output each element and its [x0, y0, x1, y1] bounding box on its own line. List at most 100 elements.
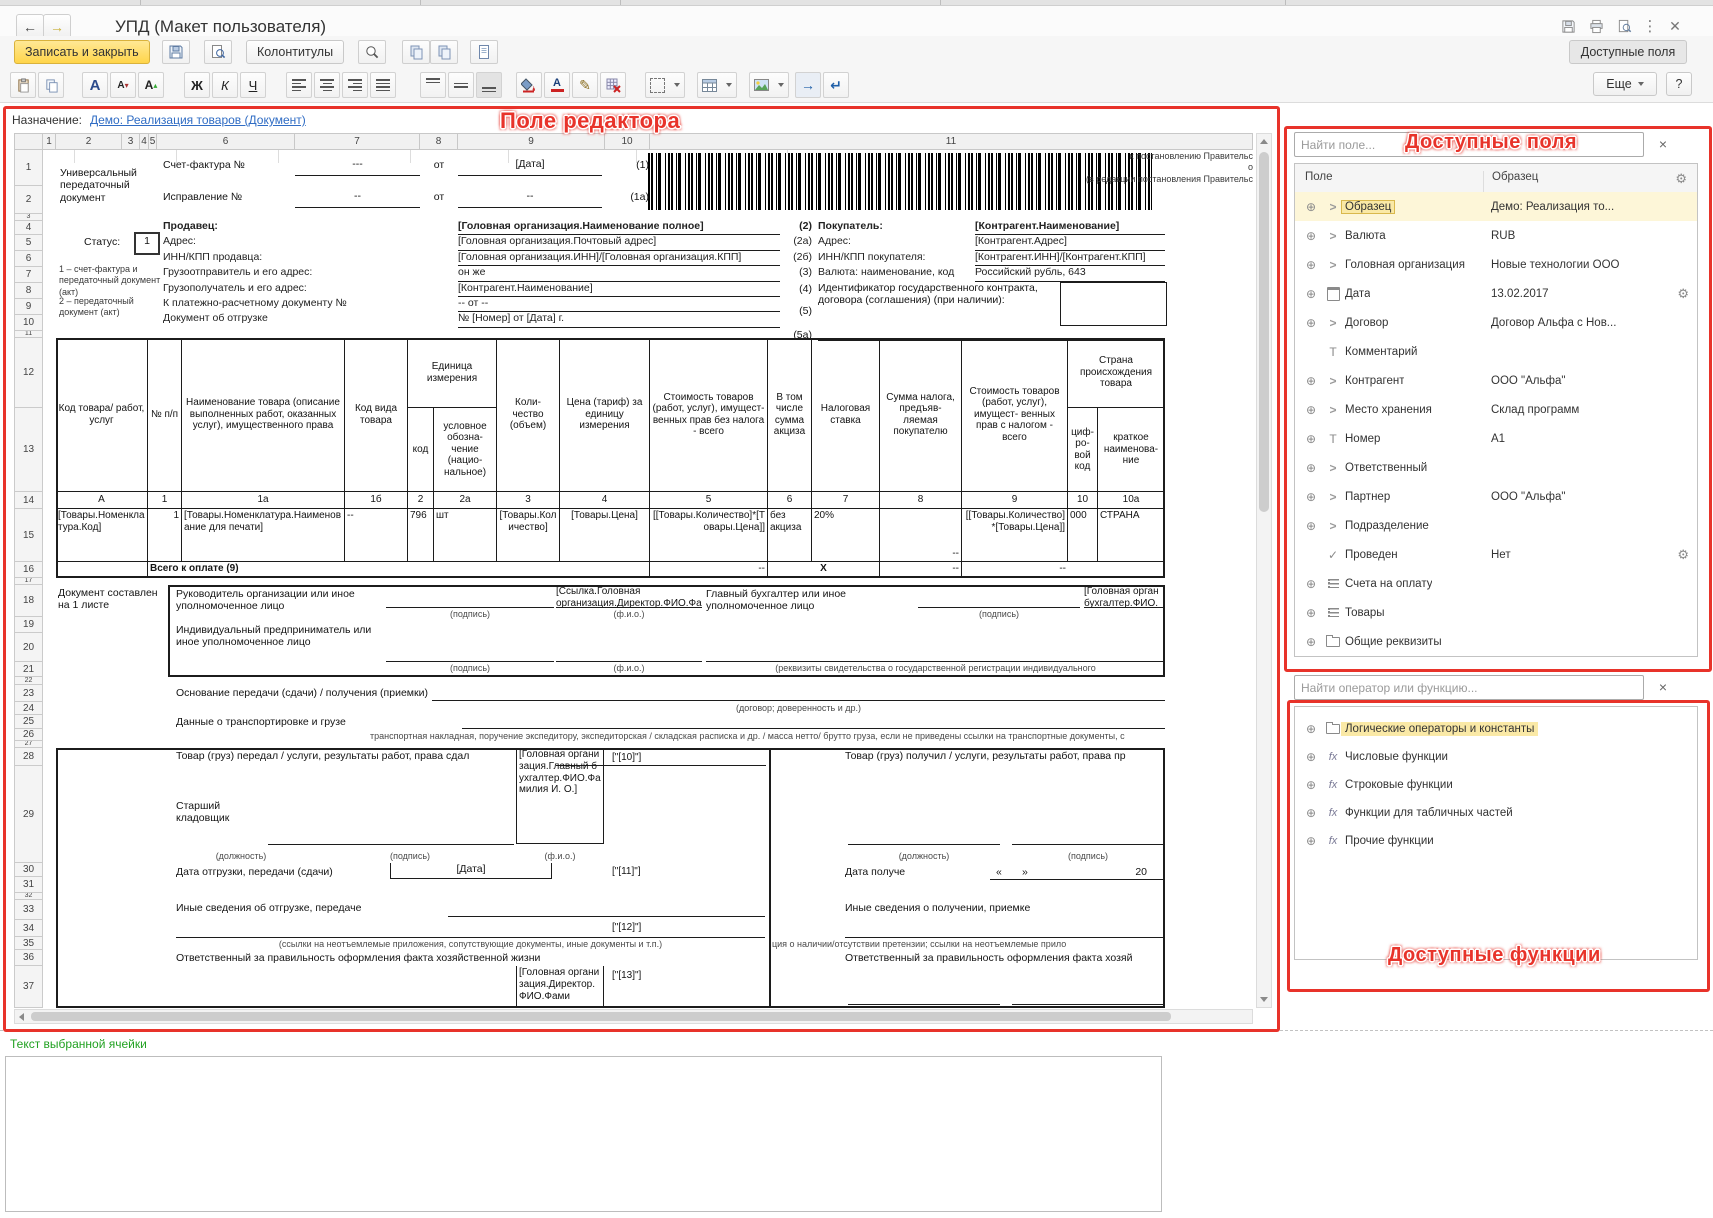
copy-icon[interactable]: [38, 72, 64, 98]
form-cell[interactable]: [Головная организация.Директор.ФИО.Фами: [516, 966, 604, 1007]
find-button[interactable]: [358, 40, 386, 64]
goods-colnum[interactable]: 9: [962, 492, 1068, 509]
form-cell[interactable]: от: [422, 191, 456, 205]
field-row[interactable]: ⊕ Счета на оплату ⚙: [1295, 569, 1697, 598]
goods-cell[interactable]: --: [962, 562, 1068, 578]
goods-header[interactable]: Цена (тариф) за единицу измерения: [560, 338, 650, 492]
goods-cell[interactable]: [Товары.Номенклатура.Код]: [56, 509, 148, 562]
field-settings-icon[interactable]: ⚙: [1677, 547, 1689, 563]
align-center-icon[interactable]: [314, 72, 340, 98]
column-header[interactable]: 3: [122, 133, 140, 150]
row-header[interactable]: 24: [14, 702, 43, 715]
row-header[interactable]: 18: [14, 585, 43, 617]
form-cell[interactable]: [Дата]: [458, 158, 602, 176]
row-header[interactable]: 15: [14, 509, 43, 562]
row-header[interactable]: 33: [14, 900, 43, 920]
row-header[interactable]: 8: [14, 283, 43, 299]
goods-header[interactable]: краткое наименова- ние: [1098, 408, 1165, 492]
expand-icon[interactable]: ⊕: [1301, 461, 1321, 475]
field-row[interactable]: ⊕ Партнер ООО "Альфа" ⚙: [1295, 482, 1697, 511]
form-cell[interactable]: [Головная организация.Наименование полно…: [458, 220, 780, 235]
save-button[interactable]: [162, 40, 190, 64]
expand-icon[interactable]: ⊕: [1301, 316, 1321, 330]
purpose-link[interactable]: Демо: Реализация товаров (Документ): [90, 113, 306, 127]
form-cell[interactable]: Дата отгрузки, передачи (сдачи): [176, 866, 388, 880]
font-smaller-button[interactable]: А▾: [110, 72, 136, 98]
fields-list-header[interactable]: Поле Образец ⚙: [1295, 164, 1697, 193]
goods-cell[interactable]: [Товары.Количество]: [497, 509, 560, 562]
column-header[interactable]: 6: [157, 133, 295, 150]
form-cell[interactable]: Покупатель:: [818, 220, 976, 235]
font-larger-button[interactable]: А▴: [138, 72, 164, 98]
form-line[interactable]: [176, 920, 765, 938]
align-justify-icon[interactable]: [370, 72, 396, 98]
form-line[interactable]: [845, 920, 1165, 938]
valign-top-icon[interactable]: [420, 72, 446, 98]
form-cell[interactable]: ["[13]"]: [612, 970, 668, 983]
form-cell[interactable]: ["[10]"]: [612, 752, 668, 766]
row-header[interactable]: 26: [14, 729, 43, 741]
row-header[interactable]: 20: [14, 633, 43, 662]
form-cell[interactable]: Идентификатор государственного контракта…: [818, 282, 1058, 324]
field-row[interactable]: ⊕ Товары ⚙: [1295, 598, 1697, 627]
field-row[interactable]: ⊕ Ответственный ⚙: [1295, 453, 1697, 482]
goods-header[interactable]: циф- ро- вой код: [1068, 408, 1098, 492]
function-row[interactable]: ⊕ Функции для табличных частей: [1295, 799, 1697, 827]
form-cell[interactable]: [Головная организация.ИНН]/[Головная орг…: [458, 251, 780, 266]
signature-line[interactable]: [848, 966, 1000, 1005]
signature-line[interactable]: [268, 748, 514, 845]
goods-cell[interactable]: 796: [408, 509, 434, 562]
form-cell[interactable]: [Контрагент.ИНН]/[Контрагент.КПП]: [975, 251, 1165, 266]
row-header[interactable]: 22: [14, 677, 43, 685]
expand-icon[interactable]: ⊕: [1301, 229, 1321, 243]
row-header[interactable]: 9: [14, 299, 43, 315]
goods-colnum[interactable]: А: [56, 492, 148, 509]
row-header[interactable]: 3: [14, 214, 43, 221]
row-header[interactable]: 25: [14, 715, 43, 729]
sheet-corner[interactable]: [14, 133, 43, 150]
wrap-text-icon[interactable]: ↵: [823, 72, 849, 98]
goods-cell[interactable]: 1: [148, 509, 182, 562]
column-header[interactable]: 2: [56, 133, 122, 150]
form-cell[interactable]: Иные сведения об отгрузке, передаче: [176, 902, 456, 917]
column-header[interactable]: 8: [420, 133, 458, 150]
goods-cell[interactable]: [56, 562, 148, 578]
goods-colnum[interactable]: 1б: [345, 492, 408, 509]
row-header[interactable]: 6: [14, 251, 43, 267]
row-header[interactable]: 14: [14, 492, 43, 509]
column-header[interactable]: 7: [295, 133, 420, 150]
borders-dropdown[interactable]: [645, 72, 685, 98]
form-cell[interactable]: Документ об отгрузке: [163, 312, 458, 327]
row-header[interactable]: 7: [14, 267, 43, 283]
expand-icon[interactable]: ⊕: [1301, 635, 1321, 649]
goods-colnum[interactable]: 7: [812, 492, 880, 509]
form-cell[interactable]: Адрес:: [163, 235, 458, 250]
goods-colnum[interactable]: 1а: [182, 492, 345, 509]
field-row[interactable]: ⊕ Договор Договор Альфа с Нов... ⚙: [1295, 308, 1697, 337]
function-row[interactable]: ⊕ Прочие функции: [1295, 827, 1697, 855]
valign-middle-icon[interactable]: [448, 72, 474, 98]
row-header[interactable]: 1: [14, 150, 43, 186]
expand-icon[interactable]: ⊕: [1301, 778, 1321, 792]
form-cell[interactable]: Валюта: наименование, код: [818, 266, 976, 281]
form-cell[interactable]: Российский рубль, 643: [975, 266, 1165, 281]
help-button[interactable]: ?: [1666, 72, 1692, 96]
row-header[interactable]: 11: [14, 331, 43, 338]
form-cell[interactable]: Основание передачи (сдачи) / получения (…: [176, 687, 436, 701]
form-line[interactable]: [432, 685, 1165, 701]
clear-cells-icon[interactable]: [600, 72, 626, 98]
field-row[interactable]: ⊕ Головная организация Новые технологии …: [1295, 250, 1697, 279]
goods-cell[interactable]: 20%: [812, 509, 880, 562]
form-cell[interactable]: ["[12]"]: [612, 922, 668, 935]
function-search-clear-icon[interactable]: ×: [1652, 676, 1674, 698]
field-settings-icon[interactable]: ⚙: [1677, 286, 1689, 302]
signature-line[interactable]: [386, 622, 554, 662]
form-cell[interactable]: Адрес:: [818, 235, 976, 250]
function-row[interactable]: ⊕ Строковые функции: [1295, 771, 1697, 799]
row-header[interactable]: 32: [14, 893, 43, 900]
font-button[interactable]: А: [82, 72, 108, 98]
form-cell[interactable]: --: [458, 190, 602, 208]
preview-icon[interactable]: [1612, 16, 1636, 36]
form-cell[interactable]: Грузоотправитель и его адрес:: [163, 266, 458, 281]
row-header[interactable]: 17: [14, 578, 43, 585]
